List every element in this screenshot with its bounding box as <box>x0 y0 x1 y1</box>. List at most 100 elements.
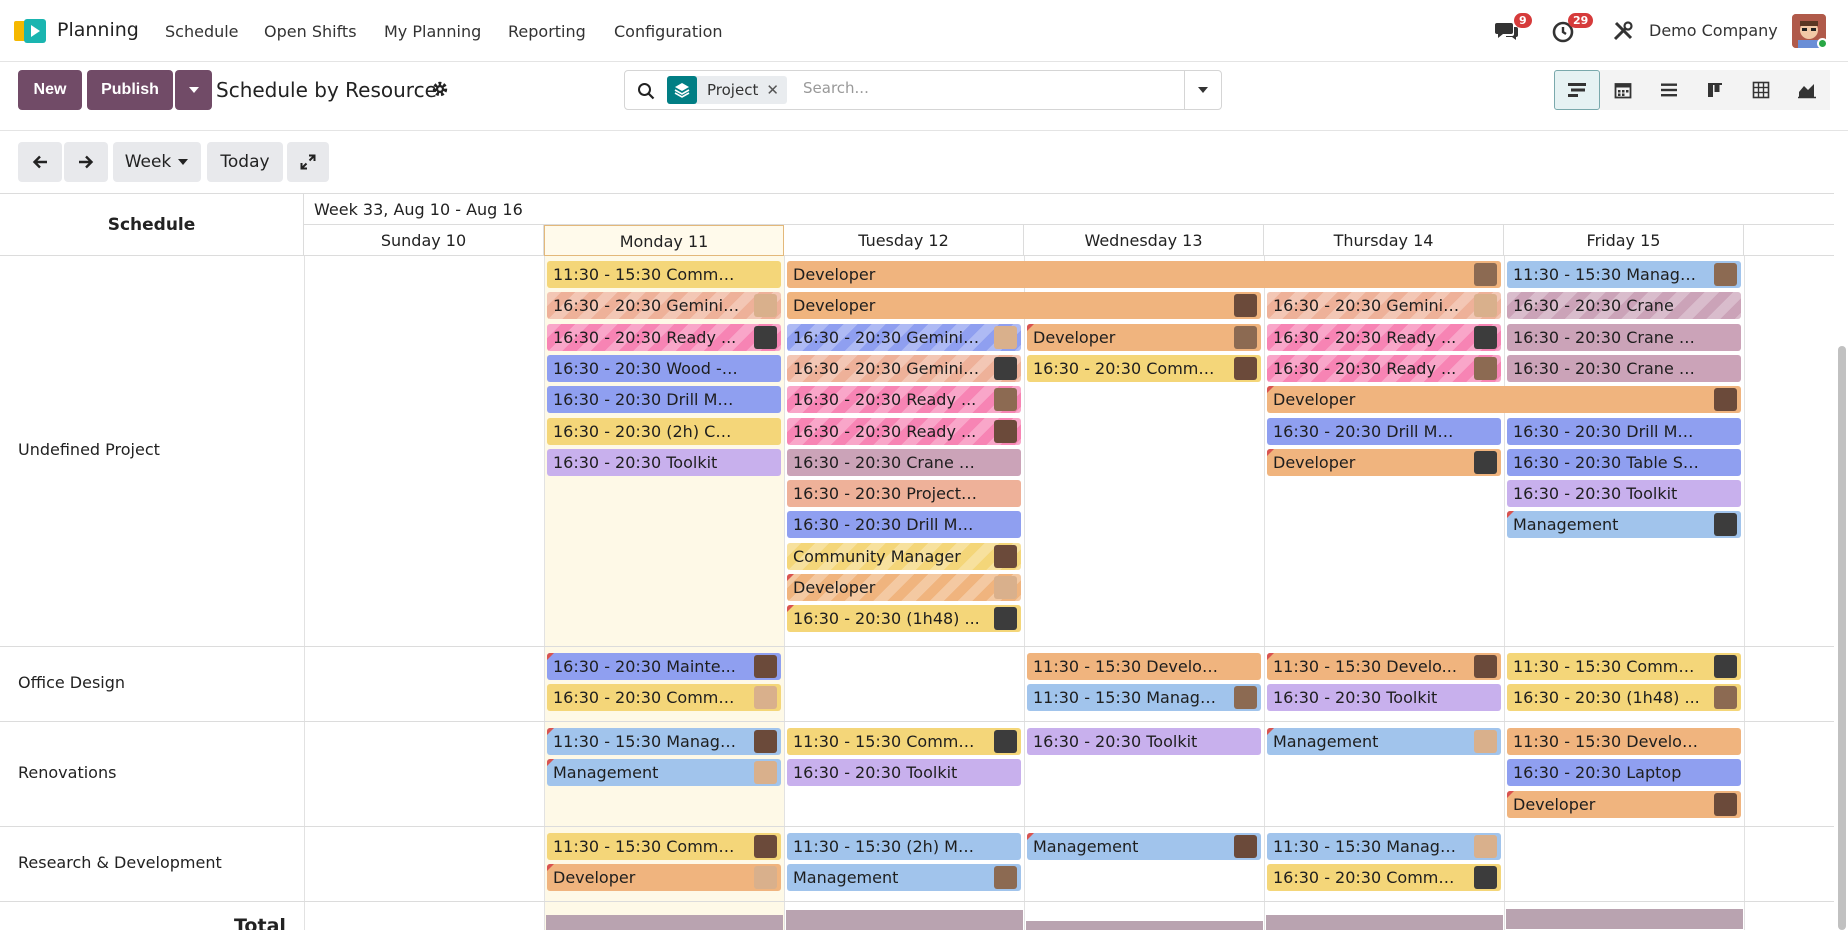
shift-pill[interactable]: Developer <box>787 261 1501 288</box>
vertical-scrollbar[interactable] <box>1838 346 1846 930</box>
shift-pill[interactable]: Developer <box>787 574 1021 601</box>
previous-period-button[interactable] <box>18 142 62 182</box>
shift-pill[interactable]: 16:30 - 20:30 Commu... <box>1027 354 1261 382</box>
new-button[interactable]: New <box>18 70 82 110</box>
shift-pill[interactable]: 16:30 - 20:30 Toolkit <box>547 448 781 476</box>
shift-pill[interactable]: 16:30 - 20:30 Crane <box>1507 292 1741 320</box>
shift-pill[interactable]: 16:30 - 20:30 Drill Machine... <box>787 511 1021 539</box>
shift-pill[interactable]: 16:30 - 20:30 Gemini ... <box>547 292 781 320</box>
shift-pill[interactable]: 11:30 - 15:30 Manage... <box>547 728 781 755</box>
shift-pill[interactable]: 16:30 - 20:30 Toolkit <box>1027 728 1261 755</box>
shift-pill[interactable]: 16:30 - 20:30 Crane 2 - Crane <box>1507 323 1741 351</box>
shift-pill[interactable]: Developer <box>787 292 1261 320</box>
shift-pill[interactable]: 16:30 - 20:30 Drill Machine... <box>1507 417 1741 445</box>
planning-app-logo[interactable] <box>14 17 48 45</box>
menu-open-shifts[interactable]: Open Shifts <box>264 22 357 41</box>
shift-pill[interactable]: 16:30 - 20:30 Ready ... <box>787 386 1021 414</box>
today-button[interactable]: Today <box>207 142 283 182</box>
publish-button[interactable]: Publish <box>87 70 173 110</box>
shift-pill[interactable]: 11:30 - 15:30 Manage... <box>1507 261 1741 288</box>
tools-icon[interactable] <box>1610 18 1636 44</box>
shift-pill[interactable]: 11:30 - 15:30 (2h) Manage... <box>787 833 1021 860</box>
shift-pill[interactable]: 16:30 - 20:30 Drill Machine... <box>547 386 781 414</box>
shift-pill[interactable]: 16:30 - 20:30 Ready ... <box>547 323 781 351</box>
row-label[interactable]: Research & Development <box>18 853 222 872</box>
shift-pill[interactable]: 16:30 - 20:30 Ready ... <box>1267 323 1501 351</box>
app-name[interactable]: Planning <box>57 19 139 41</box>
pivot-view-button[interactable] <box>1738 70 1784 110</box>
shift-pill[interactable]: 16:30 - 20:30 (2h) Commu... <box>547 417 781 445</box>
shift-pill[interactable]: 16:30 - 20:30 (1h48) ... <box>1507 684 1741 712</box>
menu-my-planning[interactable]: My Planning <box>384 22 481 41</box>
shift-pill[interactable]: 16:30 - 20:30 Toolkit <box>1267 684 1501 712</box>
employee-avatar <box>1714 792 1737 816</box>
shift-pill[interactable]: Management <box>1507 511 1741 539</box>
shift-pill[interactable]: 11:30 - 15:30 Commu... <box>1507 653 1741 680</box>
facet-remove-icon[interactable]: ✕ <box>766 81 787 99</box>
shift-pill[interactable]: 16:30 - 20:30 Mainte... <box>547 653 781 680</box>
shift-pill[interactable]: 11:30 - 15:30 Community ... <box>547 261 781 288</box>
shift-pill[interactable]: 16:30 - 20:30 Table Saw - F... <box>1507 448 1741 476</box>
shift-pill[interactable]: 16:30 - 20:30 Gemini ... <box>787 323 1021 351</box>
graph-view-button[interactable] <box>1784 70 1830 110</box>
menu-configuration[interactable]: Configuration <box>614 22 723 41</box>
shift-pill[interactable]: 16:30 - 20:30 Commu... <box>547 684 781 712</box>
shift-pill[interactable]: Developer <box>1267 448 1501 476</box>
shift-pill[interactable]: Management <box>1027 833 1261 860</box>
shift-pill[interactable]: 16:30 - 20:30 Gemini ... <box>787 354 1021 382</box>
shift-pill[interactable]: 16:30 - 20:30 Ready ... <box>787 417 1021 445</box>
shift-pill[interactable]: 16:30 - 20:30 Crane 2 - Crane <box>1507 354 1741 382</box>
shift-pill[interactable]: 11:30 - 15:30 Manage... <box>1267 833 1501 860</box>
menu-schedule[interactable]: Schedule <box>165 22 239 41</box>
company-switcher[interactable]: Demo Company <box>1649 21 1778 40</box>
next-period-button[interactable] <box>64 142 108 182</box>
gear-icon[interactable] <box>431 80 449 98</box>
shift-pill[interactable]: 16:30 - 20:30 Toolkit <box>787 759 1021 787</box>
shift-pill[interactable]: 16:30 - 20:30 Projector 2 - ... <box>787 480 1021 508</box>
gantt-icon <box>1568 83 1586 97</box>
shift-pill[interactable]: Community Manager <box>787 542 1021 570</box>
publish-dropdown-button[interactable] <box>175 70 212 110</box>
menu-reporting[interactable]: Reporting <box>508 22 586 41</box>
search-options-toggle[interactable] <box>1184 71 1221 109</box>
shift-pill[interactable]: 16:30 - 20:30 Commu... <box>1267 864 1501 892</box>
shift-pill[interactable]: 11:30 - 15:30 Manage... <box>1027 684 1261 712</box>
shift-pill[interactable]: 16:30 - 20:30 Ready ... <box>1267 354 1501 382</box>
shift-pill[interactable]: 16:30 - 20:30 (1h48) ... <box>787 605 1021 633</box>
shift-pill[interactable]: Developer <box>1507 790 1741 818</box>
scale-dropdown[interactable]: Week <box>113 142 201 182</box>
shift-pill[interactable]: Developer <box>547 864 781 892</box>
search-icon[interactable] <box>637 82 655 100</box>
shift-label: Management <box>553 763 659 783</box>
shift-pill[interactable]: Management <box>787 864 1021 892</box>
shift-pill[interactable]: 11:30 - 15:30 Develo... <box>1267 653 1501 680</box>
list-view-button[interactable] <box>1646 70 1692 110</box>
shift-pill[interactable]: 11:30 - 15:30 Commu... <box>547 833 781 860</box>
employee-avatar <box>1474 325 1497 349</box>
expand-button[interactable] <box>287 142 329 182</box>
shift-pill[interactable]: Developer <box>1267 386 1741 414</box>
row-label[interactable]: Office Design <box>18 673 125 692</box>
shift-pill[interactable]: 11:30 - 15:30 Commu... <box>787 728 1021 755</box>
shift-pill[interactable]: Developer <box>1027 323 1261 351</box>
kanban-view-button[interactable] <box>1692 70 1738 110</box>
total-bar <box>1266 915 1503 930</box>
shift-pill[interactable]: Management <box>1267 728 1501 755</box>
shift-pill[interactable]: 16:30 - 20:30 Laptop <box>1507 759 1741 787</box>
shift-pill[interactable]: 16:30 - 20:30 Toolkit <box>1507 480 1741 508</box>
row-divider <box>0 826 1834 827</box>
shift-pill[interactable]: 16:30 - 20:30 Drill Machine... <box>1267 417 1501 445</box>
conflict-marker <box>547 653 554 660</box>
shift-pill[interactable]: 16:30 - 20:30 Crane 2 - Crane <box>787 448 1021 476</box>
row-label[interactable]: Renovations <box>18 763 116 782</box>
shift-pill[interactable]: 11:30 - 15:30 Developer <box>1027 653 1261 680</box>
row-label[interactable]: Undefined Project <box>18 440 160 459</box>
search-input[interactable] <box>803 79 1183 97</box>
shift-pill[interactable]: 11:30 - 15:30 Developer <box>1507 728 1741 755</box>
shift-pill[interactable]: 16:30 - 20:30 Gemini ... <box>1267 292 1501 320</box>
calendar-view-button[interactable] <box>1600 70 1646 110</box>
gantt-view-button[interactable] <box>1554 70 1600 110</box>
shift-pill[interactable]: Management <box>547 759 781 787</box>
shift-pill[interactable]: 16:30 - 20:30 Wood - Furni... <box>547 354 781 382</box>
shift-label: 16:30 - 20:30 Crane 2 - Crane <box>1513 327 1741 347</box>
